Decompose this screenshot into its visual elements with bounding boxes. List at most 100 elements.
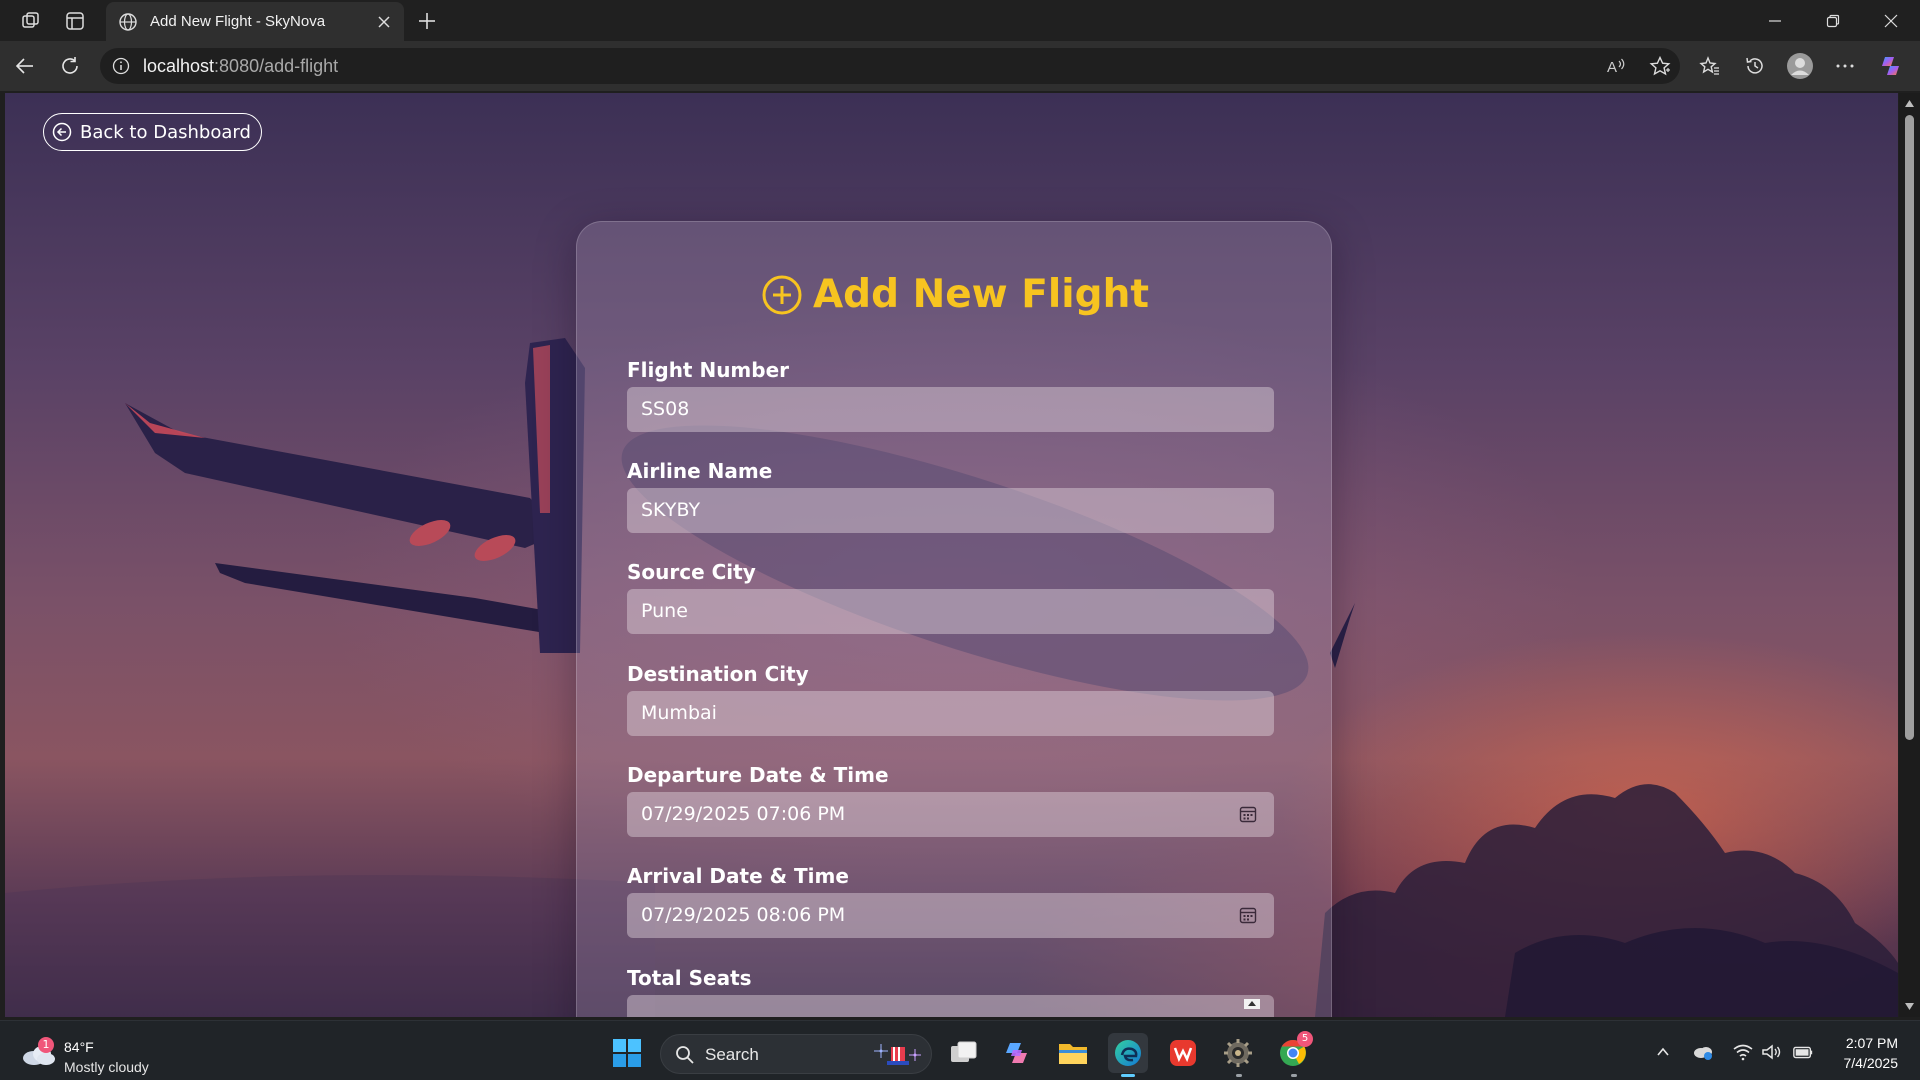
url-path: :8080/add-flight	[214, 56, 339, 76]
profile-button[interactable]	[1785, 51, 1815, 81]
plus-icon	[419, 13, 435, 29]
onedrive-tray-button[interactable]	[1692, 1041, 1714, 1063]
airline-name-value: SKYBY	[641, 499, 701, 521]
departure-datetime-input[interactable]: 07/29/2025 07:06 PM	[627, 792, 1274, 837]
total-seats-input[interactable]	[627, 995, 1274, 1017]
svg-text:A: A	[1607, 59, 1617, 76]
volume-tray-button[interactable]	[1761, 1041, 1783, 1063]
arrival-datetime-input[interactable]: 07/29/2025 08:06 PM	[627, 893, 1274, 938]
chrome-notification-badge: 5	[1297, 1031, 1313, 1047]
settings-button[interactable]	[1218, 1033, 1258, 1073]
workspaces-icon[interactable]	[18, 8, 44, 34]
cloud-sync-icon	[1694, 1047, 1712, 1060]
weather-badge: 1	[38, 1037, 54, 1053]
history-icon	[1746, 57, 1763, 74]
minimize-icon	[1769, 20, 1781, 22]
chrome-taskbar-button[interactable]: 5	[1273, 1031, 1313, 1073]
browser-tab-bar: Add New Flight - SkyNova	[0, 0, 1920, 41]
restore-button[interactable]	[1810, 4, 1856, 38]
airline-name-label: Airline Name	[627, 459, 773, 483]
running-app-indicator	[1236, 1074, 1242, 1077]
show-hidden-icons-button[interactable]	[1652, 1041, 1674, 1063]
wifi-tray-button[interactable]	[1732, 1041, 1754, 1063]
refresh-icon	[62, 57, 78, 74]
page-title: Add New Flight	[813, 272, 1149, 317]
favorite-star-icon[interactable]	[1648, 54, 1672, 78]
history-button[interactable]	[1740, 51, 1770, 81]
wps-office-icon	[1170, 1040, 1196, 1066]
new-tab-button[interactable]	[414, 8, 440, 34]
file-explorer-button[interactable]	[1053, 1033, 1093, 1073]
refresh-button[interactable]	[55, 51, 85, 81]
page-scrollbar[interactable]	[1899, 93, 1920, 1017]
address-bar[interactable]: localhost:8080/add-flight A	[100, 48, 1680, 84]
flight-number-label: Flight Number	[627, 358, 790, 382]
site-info-icon[interactable]	[112, 57, 130, 75]
weather-desc: Mostly cloudy	[64, 1059, 149, 1075]
arrow-left-circle-icon	[52, 122, 72, 142]
vertical-tabs-icon[interactable]	[62, 8, 88, 34]
windows-taskbar: 1 84°F Mostly cloudy Search 5 2:07 PM 7/…	[0, 1020, 1920, 1080]
weather-temp: 84°F	[64, 1039, 94, 1055]
form-heading: Add New Flight	[577, 272, 1333, 317]
battery-icon	[1793, 1046, 1813, 1059]
ellipsis-icon	[1836, 64, 1854, 68]
copilot-button[interactable]	[1877, 51, 1907, 81]
copilot-taskbar-button[interactable]	[998, 1033, 1038, 1073]
scroll-down-arrow-icon[interactable]	[1904, 1001, 1915, 1011]
source-city-value: Pune	[641, 600, 688, 622]
minimize-button[interactable]	[1752, 4, 1798, 38]
destination-city-label: Destination City	[627, 662, 809, 686]
search-icon	[676, 1046, 694, 1064]
favorites-button[interactable]	[1695, 51, 1725, 81]
close-window-button[interactable]	[1868, 4, 1914, 38]
chevron-up-icon	[1657, 1047, 1669, 1056]
departure-datetime-value: 07/29/2025 07:06 PM	[641, 803, 846, 825]
close-tab-icon[interactable]	[374, 12, 394, 32]
wps-office-button[interactable]	[1163, 1033, 1203, 1073]
url-host: localhost	[143, 56, 215, 76]
folder-icon	[1059, 1044, 1087, 1064]
battery-tray-button[interactable]	[1792, 1041, 1814, 1063]
scrollbar-thumb[interactable]	[1905, 115, 1914, 740]
gear-icon	[1224, 1039, 1252, 1067]
active-app-indicator	[1121, 1074, 1135, 1077]
edge-taskbar-button[interactable]	[1108, 1033, 1148, 1073]
clock-date: 7/4/2025	[1843, 1055, 1899, 1071]
taskbar-search[interactable]: Search	[660, 1034, 932, 1074]
flight-number-input[interactable]: SS08	[627, 387, 1274, 432]
spinner-up-icon[interactable]	[1244, 999, 1260, 1009]
more-menu-button[interactable]	[1830, 51, 1860, 81]
destination-city-input[interactable]: Mumbai	[627, 691, 1274, 736]
running-app-indicator	[1291, 1074, 1297, 1077]
calendar-icon[interactable]	[1238, 905, 1258, 925]
browser-toolbar: localhost:8080/add-flight A	[0, 41, 1920, 91]
back-to-dashboard-button[interactable]: Back to Dashboard	[43, 113, 262, 151]
start-button[interactable]	[607, 1033, 647, 1073]
taskbar-clock[interactable]: 2:07 PM 7/4/2025	[1826, 1033, 1899, 1073]
edge-icon	[1115, 1040, 1141, 1066]
copilot-icon	[1882, 57, 1899, 75]
read-aloud-icon[interactable]: A	[1604, 54, 1628, 78]
browser-tab-active[interactable]: Add New Flight - SkyNova	[106, 2, 404, 41]
source-city-label: Source City	[627, 560, 756, 584]
arrow-left-icon	[15, 58, 33, 74]
wifi-icon	[1733, 1044, 1753, 1061]
flight-number-value: SS08	[641, 398, 690, 420]
avatar-icon	[1787, 53, 1813, 79]
back-nav-button[interactable]	[10, 51, 40, 81]
tab-title: Add New Flight - SkyNova	[150, 13, 326, 30]
departure-datetime-label: Departure Date & Time	[627, 763, 889, 787]
fireworks-hat-icon	[874, 1044, 921, 1065]
calendar-icon[interactable]	[1238, 804, 1258, 824]
total-seats-label: Total Seats	[627, 966, 752, 990]
source-city-input[interactable]: Pune	[627, 589, 1274, 634]
favorites-icon	[1699, 56, 1719, 75]
close-icon	[1884, 14, 1898, 28]
task-view-button[interactable]	[944, 1033, 984, 1073]
page-viewport: Back to Dashboard Add New Flight Flight …	[5, 93, 1898, 1017]
weather-widget[interactable]: 1 84°F Mostly cloudy	[20, 1029, 180, 1075]
restore-icon	[1826, 14, 1840, 28]
scroll-up-arrow-icon[interactable]	[1904, 99, 1915, 109]
airline-name-input[interactable]: SKYBY	[627, 488, 1274, 533]
